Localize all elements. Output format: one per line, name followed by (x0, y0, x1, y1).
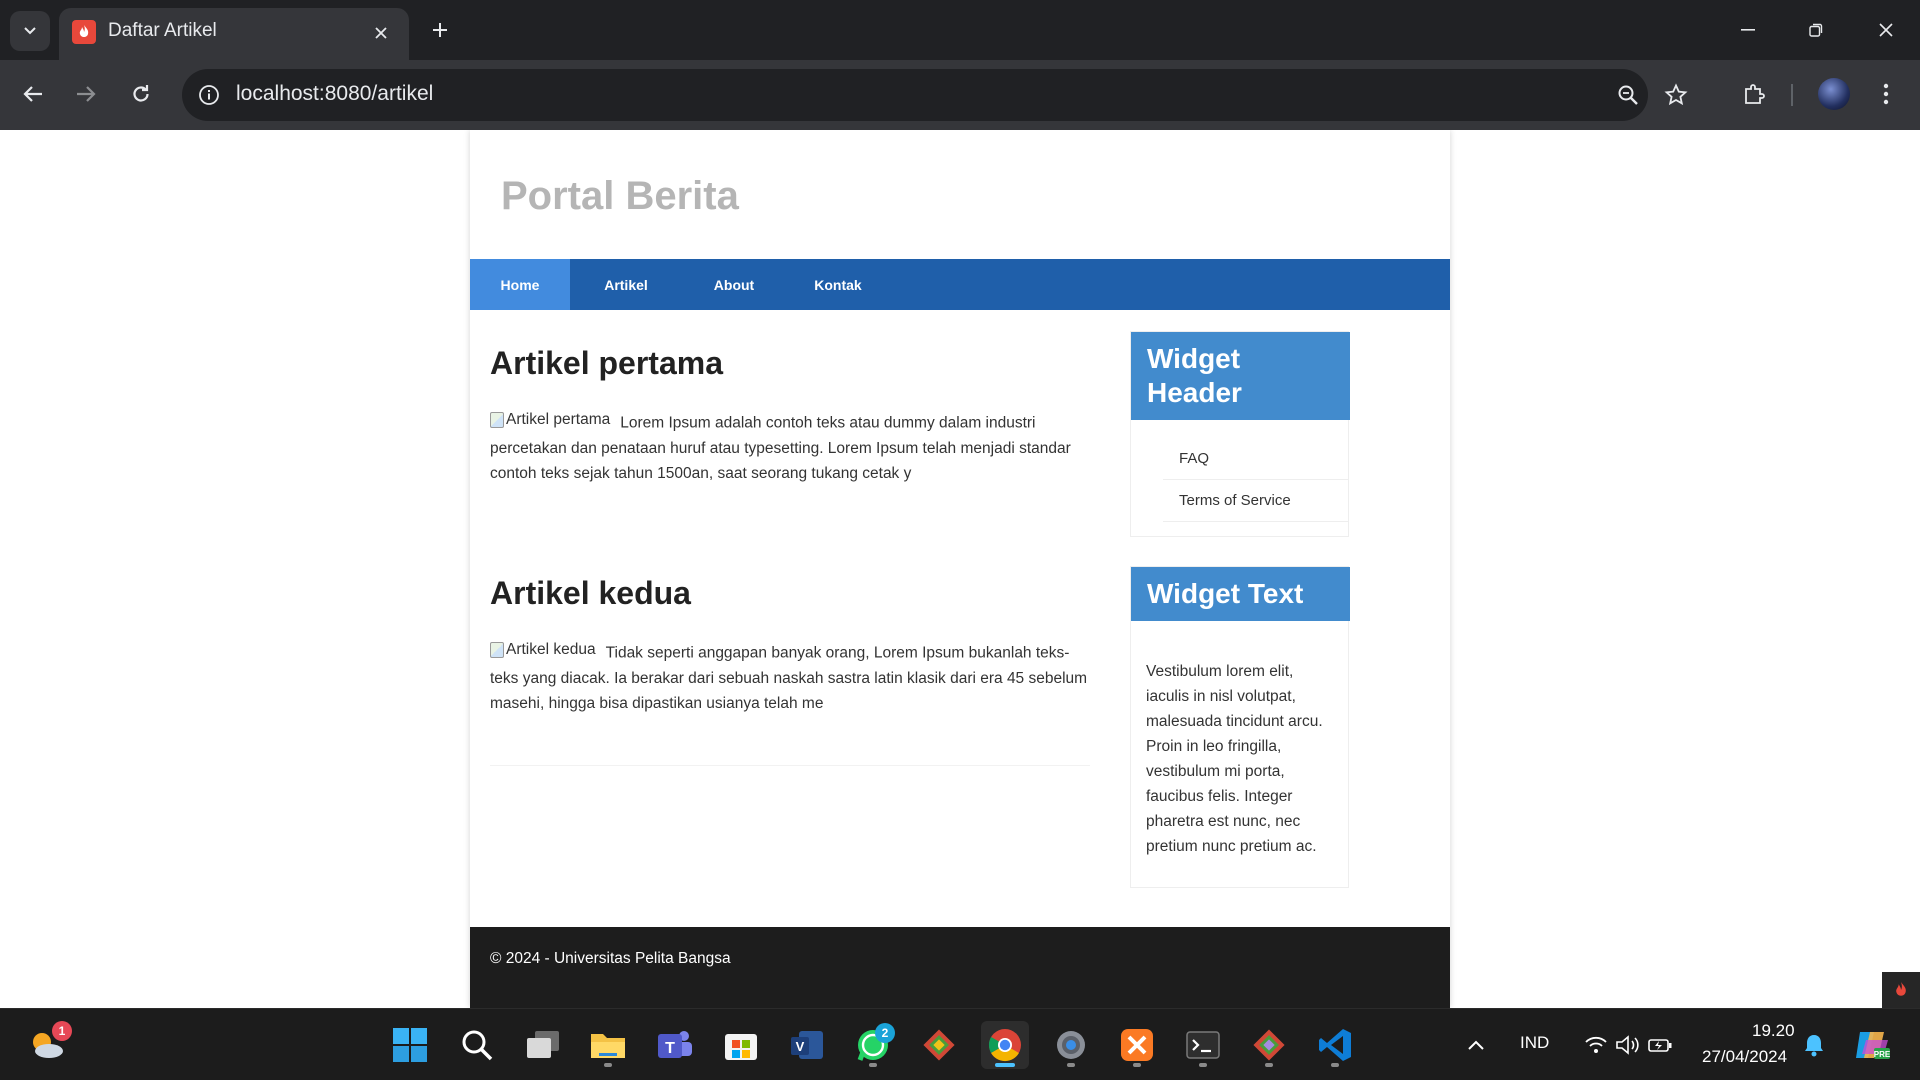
nav-kontak[interactable]: Kontak (786, 259, 890, 310)
task-view-icon[interactable] (519, 1021, 567, 1069)
network-sound-battery-group[interactable] (1578, 1021, 1680, 1069)
broken-image-icon (490, 411, 504, 428)
reload-icon[interactable] (121, 74, 161, 114)
search-icon[interactable] (453, 1021, 501, 1069)
profile-avatar[interactable] (1818, 78, 1850, 110)
wifi-icon (1585, 1036, 1607, 1053)
whatsapp-icon[interactable]: 2 (849, 1021, 897, 1069)
clock-date[interactable]: 27/04/2024 (1702, 1047, 1787, 1067)
footer-copyright: © 2024 - Universitas Pelita Bangsa (490, 950, 731, 967)
notification-bell-icon[interactable] (1794, 1021, 1834, 1069)
widget-header-box: Widget Header FAQ Terms of Service (1130, 331, 1350, 537)
widget-link-terms[interactable]: Terms of Service (1163, 480, 1348, 522)
back-arrow-icon[interactable] (13, 74, 53, 114)
git-gui-icon[interactable] (1245, 1021, 1293, 1069)
volume-icon (1616, 1035, 1639, 1055)
url-text: localhost:8080/artikel (236, 82, 434, 105)
close-tab-icon[interactable] (369, 21, 393, 45)
svg-text:V: V (796, 1039, 805, 1054)
extensions-puzzle-icon[interactable] (1734, 74, 1774, 114)
battery-charging-icon (1648, 1039, 1672, 1052)
article-title[interactable]: Artikel pertama (490, 345, 723, 382)
widget-link-list: FAQ Terms of Service (1131, 420, 1348, 536)
article-title[interactable]: Artikel kedua (490, 575, 691, 612)
browser-tab-strip: Daftar Artikel (0, 0, 1920, 60)
vscode-icon[interactable] (1311, 1021, 1359, 1069)
widget-header-title: Widget Header (1131, 332, 1350, 420)
start-icon[interactable] (386, 1021, 434, 1069)
page-viewport: Portal Berita Home Artikel About Kontak … (0, 130, 1920, 1008)
widget-text-title: Widget Text (1131, 567, 1350, 621)
microsoft-store-icon[interactable] (717, 1021, 765, 1069)
widget-link-faq[interactable]: FAQ (1163, 438, 1348, 480)
tab-search-button[interactable] (10, 11, 50, 51)
bookmark-star-icon[interactable] (1662, 81, 1690, 109)
page-footer: © 2024 - Universitas Pelita Bangsa (470, 927, 1450, 1008)
xampp-icon[interactable] (1113, 1021, 1161, 1069)
whatsapp-badge: 2 (875, 1023, 895, 1043)
language-indicator[interactable]: IND (1520, 1033, 1549, 1053)
widget-text-box: Widget Text Vestibulum lorem elit, iacul… (1130, 566, 1350, 888)
widget-text-body: Vestibulum lorem elit, iaculis in nisl v… (1146, 663, 1323, 855)
forward-arrow-icon[interactable] (66, 74, 106, 114)
kebab-menu-icon[interactable] (1866, 74, 1906, 114)
browser-tab[interactable]: Daftar Artikel (59, 8, 409, 60)
close-window-icon[interactable] (1862, 10, 1910, 50)
file-explorer-icon[interactable] (584, 1021, 632, 1069)
terminal-icon[interactable] (1179, 1021, 1227, 1069)
broken-image-icon (490, 641, 504, 658)
settings-icon[interactable] (1047, 1021, 1095, 1069)
toolbar-separator (1791, 84, 1793, 106)
nav-artikel[interactable]: Artikel (570, 259, 682, 310)
article-excerpt: Artikel kedua Tidak seperti anggapan bany… (490, 637, 1090, 716)
weather-widget-icon[interactable]: 1 (24, 1021, 72, 1069)
weather-badge: 1 (52, 1021, 72, 1041)
svg-text:PRE: PRE (1874, 1050, 1890, 1059)
zoom-icon[interactable] (1614, 81, 1642, 109)
site-info-icon[interactable] (196, 82, 222, 108)
minimize-icon[interactable] (1724, 10, 1772, 50)
nav-about[interactable]: About (682, 259, 786, 310)
windows-taskbar: 1 T V 2 IND 19.20 27/04/2024 PRE (0, 1008, 1920, 1080)
chevron-down-icon (24, 27, 36, 35)
browser-toolbar: localhost:8080/artikel (0, 60, 1920, 130)
main-navbar: Home Artikel About Kontak (470, 259, 1450, 310)
article-divider (490, 765, 1090, 766)
site-title: Portal Berita (501, 174, 739, 218)
nav-home[interactable]: Home (470, 259, 570, 310)
article-image: Artikel kedua (490, 637, 596, 662)
tab-title: Daftar Artikel (108, 20, 217, 41)
git-icon[interactable] (915, 1021, 963, 1069)
new-tab-plus-icon[interactable] (424, 14, 456, 46)
codeigniter-debug-toolbar-icon[interactable] (1882, 972, 1920, 1008)
address-bar[interactable]: localhost:8080/artikel (182, 69, 1688, 121)
clock-time[interactable]: 19.20 (1752, 1021, 1795, 1041)
svg-text:T: T (665, 1040, 675, 1057)
codeigniter-favicon-icon (72, 20, 96, 44)
article-image: Artikel pertama (490, 407, 610, 432)
teams-icon[interactable]: T (651, 1021, 699, 1069)
article-excerpt: Artikel pertama Lorem Ipsum adalah contoh… (490, 407, 1090, 486)
page-container: Portal Berita Home Artikel About Kontak … (470, 130, 1450, 1008)
chevron-up-icon[interactable] (1454, 1021, 1498, 1069)
visio-icon[interactable]: V (783, 1021, 831, 1069)
chrome-icon[interactable] (981, 1021, 1029, 1069)
restore-icon[interactable] (1792, 10, 1840, 50)
copilot-icon[interactable]: PRE (1850, 1021, 1894, 1069)
